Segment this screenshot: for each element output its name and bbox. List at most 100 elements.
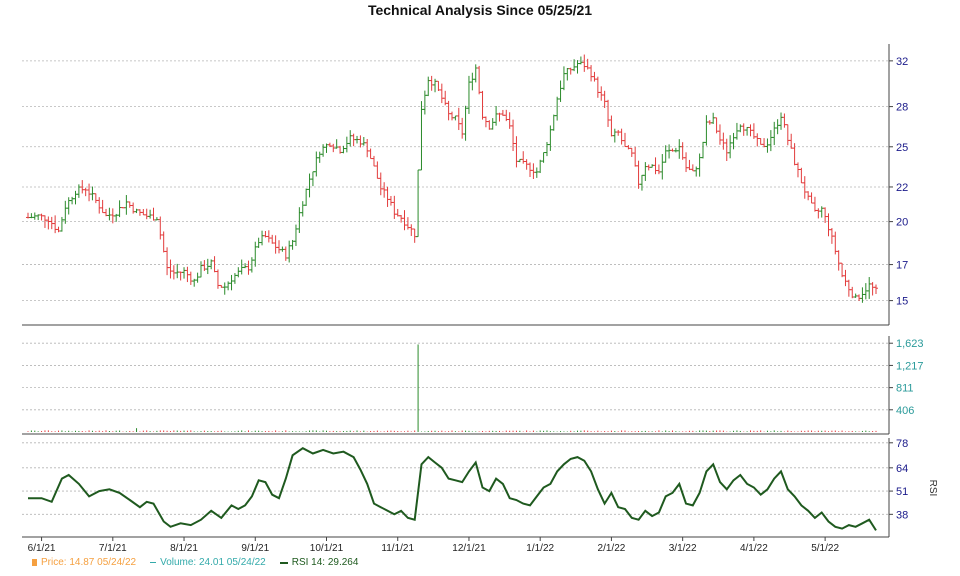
price-candles: [26, 54, 878, 303]
x-tick-label: 6/1/21: [28, 543, 56, 554]
price-bar: [450, 111, 454, 121]
price-bar: [419, 101, 424, 171]
price-bar: [867, 277, 872, 299]
price-bar: [677, 139, 682, 159]
price-bar: [816, 208, 821, 219]
price-bar: [310, 171, 315, 187]
price-bar: [650, 164, 655, 168]
price-bar: [117, 200, 122, 218]
price-bar: [558, 80, 563, 102]
price-bar: [487, 120, 492, 130]
price-bar: [453, 115, 458, 121]
price-bar: [690, 164, 695, 172]
volume-tick-label: 1,217: [896, 360, 924, 372]
price-bar: [575, 60, 580, 74]
price-bar: [612, 128, 617, 143]
price-bar: [76, 184, 81, 198]
rsi-series: [28, 447, 877, 531]
rsi-tick-label: 38: [896, 509, 908, 521]
price-bar: [409, 224, 414, 236]
price-bar: [840, 262, 845, 278]
rsi-tick-label: 64: [896, 463, 908, 475]
price-bar: [473, 64, 478, 83]
price-bar: [222, 282, 227, 295]
price-bar: [745, 126, 750, 136]
price-bar: [385, 186, 390, 207]
price-tick-label: 15: [896, 296, 908, 308]
price-bar: [629, 147, 634, 157]
price-bar: [416, 169, 421, 238]
price-tick-label: 20: [896, 217, 908, 229]
price-bar: [446, 100, 451, 121]
legend-volume-text: Volume: 24.01 05/24/22: [160, 557, 266, 568]
volume-bars: [27, 344, 877, 432]
price-bar: [243, 263, 248, 269]
legend-price: Price: 14.87 05/24/22: [32, 557, 136, 568]
price-bar: [466, 75, 471, 114]
price-bar: [433, 78, 438, 93]
x-axis: 6/1/21 7/1/21 8/1/21 9/1/21 10/1/21 11/1/21 12…: [28, 537, 839, 554]
legend-price-text: Price: 14.87 05/24/22: [41, 557, 137, 568]
price-bar: [124, 195, 129, 215]
x-tick-label: 11/1/21: [381, 543, 414, 554]
price-bar: [609, 115, 614, 137]
price-bar: [144, 208, 149, 220]
x-tick-label: 3/1/22: [669, 543, 697, 554]
price-bar: [701, 141, 706, 159]
price-bar: [490, 118, 495, 130]
axis-layer: 15 17 20 22 25 28 32 406 811 1,217 1,623 38 51 64 78 RS…: [22, 44, 938, 538]
price-tick-label: 22: [896, 182, 908, 194]
price-bar: [49, 216, 54, 230]
price-bar: [653, 157, 658, 175]
price-bar: [480, 90, 485, 120]
price-bar: [531, 163, 536, 179]
price-bar: [429, 75, 434, 91]
price-bar: [616, 129, 621, 136]
price-bar: [836, 250, 841, 271]
price-bar: [175, 263, 180, 279]
x-tick-label: 4/1/22: [740, 543, 768, 554]
price-bar: [663, 145, 668, 163]
price-bar: [684, 152, 689, 173]
price-bar: [460, 117, 465, 139]
price-bar: [46, 216, 51, 230]
price-bar: [857, 294, 862, 301]
price-bar: [198, 261, 203, 278]
price-bar: [260, 230, 265, 246]
price-bar: [724, 138, 729, 162]
price-bar: [392, 195, 397, 219]
price-bar: [236, 267, 241, 278]
price-bar: [717, 124, 722, 145]
price-bar: [195, 272, 200, 283]
price-bar: [602, 90, 607, 108]
price-bar: [762, 138, 767, 148]
price-bar: [782, 113, 787, 128]
x-tick-label: 5/1/22: [811, 543, 839, 554]
price-tick-label: 32: [896, 56, 908, 68]
price-bar: [165, 247, 170, 276]
price-bar: [799, 167, 804, 184]
price-bar: [70, 196, 75, 205]
price-bar: [307, 173, 312, 198]
price-bar: [619, 128, 624, 145]
price-bar: [456, 107, 461, 131]
price-bar: [378, 172, 383, 196]
price-bar: [704, 115, 709, 146]
price-bar: [97, 197, 102, 214]
price-bar: [806, 191, 811, 201]
price-bar: [127, 201, 132, 208]
price-bar: [802, 176, 807, 199]
price-bar: [66, 197, 71, 215]
x-tick-label: 2/1/22: [598, 543, 626, 554]
price-bar: [53, 215, 58, 234]
price-bar: [304, 188, 309, 206]
price-bar: [375, 161, 380, 179]
price-bar: [555, 96, 560, 121]
price-bar: [843, 269, 848, 287]
price-bar: [541, 152, 546, 163]
price-bar: [656, 164, 661, 175]
x-tick-label: 7/1/21: [99, 543, 127, 554]
price-bar: [83, 187, 88, 197]
price-bar: [426, 76, 431, 97]
price-bar: [368, 148, 373, 160]
